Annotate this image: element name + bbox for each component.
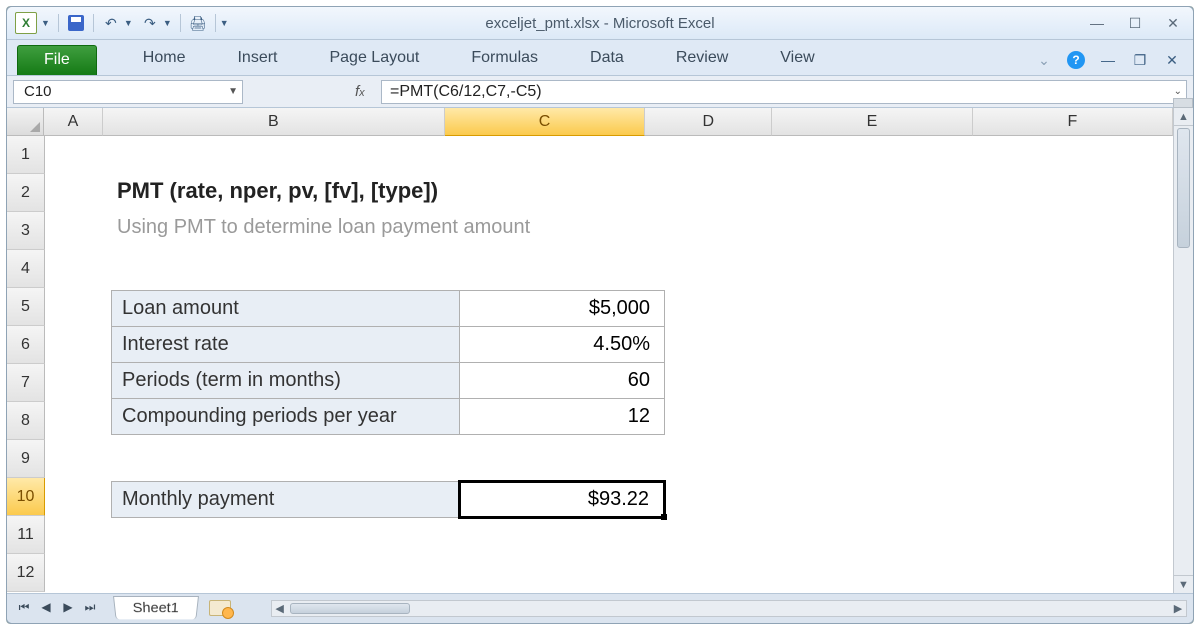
row-header-2[interactable]: 2 [7,174,45,212]
print-button[interactable]: 🖨 [189,14,207,32]
column-header-a[interactable]: A [44,108,103,136]
scroll-left-arrow-icon[interactable]: ◀ [272,601,288,616]
sheet-nav-prev-button[interactable]: ◀ [37,598,55,616]
close-button[interactable]: ✕ [1163,15,1183,31]
row-header-11[interactable]: 11 [7,516,45,554]
column-header-b[interactable]: B [103,108,445,136]
redo-caret-icon[interactable]: ▼ [163,18,172,28]
cell-c10-selected[interactable]: $93.22 [460,482,665,518]
cell-b3-subtitle[interactable]: Using PMT to determine loan payment amou… [117,216,530,239]
row-header-4[interactable]: 4 [7,250,45,288]
ribbon-minimize-caret-icon[interactable]: ⌄ [1035,51,1053,69]
help-icon[interactable]: ? [1067,51,1085,69]
row-header-10[interactable]: 10 [7,478,45,516]
tab-data[interactable]: Data [564,43,650,75]
cell-c8[interactable]: 12 [460,399,665,435]
title-bar: X ▼ ↶ ▼ ↷ ▼ 🖨 ▼ exceljet_pmt.xlsx - Micr… [7,7,1193,40]
row-header-9[interactable]: 9 [7,440,45,478]
file-tab[interactable]: File [17,45,97,75]
sheet-nav-first-button[interactable]: ⏮ [15,598,33,616]
tab-formulas[interactable]: Formulas [445,43,564,75]
scroll-down-arrow-icon[interactable]: ▼ [1174,575,1193,593]
table-row: Loan amount$5,000 [112,291,665,327]
formula-expand-icon[interactable]: ⌄ [1174,86,1182,97]
row-header-12[interactable]: 12 [7,554,45,592]
row-header-3[interactable]: 3 [7,212,45,250]
name-box[interactable]: C10 ▼ [13,80,243,104]
tab-insert[interactable]: Insert [211,43,303,75]
table-row: Compounding periods per year12 [112,399,665,435]
row-header-1[interactable]: 1 [7,136,45,174]
vertical-scroll-thumb[interactable] [1177,128,1190,248]
cell-b5[interactable]: Loan amount [112,291,460,327]
formula-bar: C10 ▼ ✕ fx =PMT(C6/12,C7,-C5) ⌄ [7,76,1193,108]
cell-b7[interactable]: Periods (term in months) [112,363,460,399]
app-menu-caret-icon[interactable]: ▼ [41,18,50,28]
sheet-nav-next-button[interactable]: ▶ [59,598,77,616]
undo-button[interactable]: ↶ [102,14,120,32]
row-header-8[interactable]: 8 [7,402,45,440]
table-row: Monthly payment $93.22 [112,482,665,518]
qat-customize-caret-icon[interactable]: ▼ [220,18,229,28]
column-header-d[interactable]: D [645,108,772,136]
workbook-minimize-button[interactable]: — [1099,51,1117,69]
row-header-6[interactable]: 6 [7,326,45,364]
sheet-tab-bar: ⏮ ◀ ▶ ⏭ Sheet1 ◀ ▶ [7,593,1193,623]
workbook-restore-button[interactable]: ❐ [1131,51,1149,69]
formula-input[interactable]: =PMT(C6/12,C7,-C5) ⌄ [381,80,1187,104]
undo-caret-icon[interactable]: ▼ [124,18,133,28]
scroll-right-arrow-icon[interactable]: ▶ [1170,601,1186,616]
column-header-e[interactable]: E [772,108,972,136]
tab-review[interactable]: Review [650,43,754,75]
tab-home[interactable]: Home [117,43,212,75]
row-header-5[interactable]: 5 [7,288,45,326]
tab-view[interactable]: View [754,43,840,75]
result-table: Monthly payment $93.22 [111,480,666,519]
new-sheet-button[interactable] [209,600,231,616]
vertical-scrollbar[interactable]: ▲ ▼ [1173,108,1193,593]
cell-c5[interactable]: $5,000 [460,291,665,327]
row-header-7[interactable]: 7 [7,364,45,402]
horizontal-scroll-thumb[interactable] [290,603,410,614]
minimize-button[interactable]: — [1087,15,1107,31]
fx-icon[interactable]: fx [355,83,375,100]
cell-b2-title[interactable]: PMT (rate, nper, pv, [fv], [type]) [117,178,438,204]
column-header-c[interactable]: C [445,108,645,136]
workbook-close-button[interactable]: ✕ [1163,51,1181,69]
table-row: Periods (term in months)60 [112,363,665,399]
formula-text: =PMT(C6/12,C7,-C5) [390,83,542,101]
table-row: Interest rate4.50% [112,327,665,363]
name-box-dropdown-icon[interactable]: ▼ [228,86,238,97]
tab-page-layout[interactable]: Page Layout [303,43,445,75]
name-box-value: C10 [24,83,52,100]
cell-b10[interactable]: Monthly payment [112,482,460,518]
save-button[interactable] [67,14,85,32]
column-header-f[interactable]: F [973,108,1173,136]
ribbon-tab-strip: File Home Insert Page Layout Formulas Da… [7,40,1193,76]
spreadsheet-grid[interactable]: ABCDEF 123456789101112 PMT (rate, nper, … [7,108,1173,593]
redo-button[interactable]: ↷ [141,14,159,32]
floppy-disk-icon [68,15,84,31]
cell-c6[interactable]: 4.50% [460,327,665,363]
select-all-corner[interactable] [7,108,44,136]
horizontal-scrollbar[interactable]: ◀ ▶ [271,600,1187,617]
cell-b6[interactable]: Interest rate [112,327,460,363]
split-handle[interactable] [1173,98,1193,108]
cell-c7[interactable]: 60 [460,363,665,399]
cell-b8[interactable]: Compounding periods per year [112,399,460,435]
maximize-button[interactable]: ☐ [1125,15,1145,31]
loan-parameters-table: Loan amount$5,000 Interest rate4.50% Per… [111,290,665,435]
scroll-up-arrow-icon[interactable]: ▲ [1174,108,1193,126]
sheet-nav-last-button[interactable]: ⏭ [81,598,99,616]
quick-access-toolbar: X ▼ ↶ ▼ ↷ ▼ 🖨 ▼ [7,12,229,34]
sheet-tab-sheet1[interactable]: Sheet1 [113,596,199,619]
excel-logo-icon[interactable]: X [15,12,37,34]
